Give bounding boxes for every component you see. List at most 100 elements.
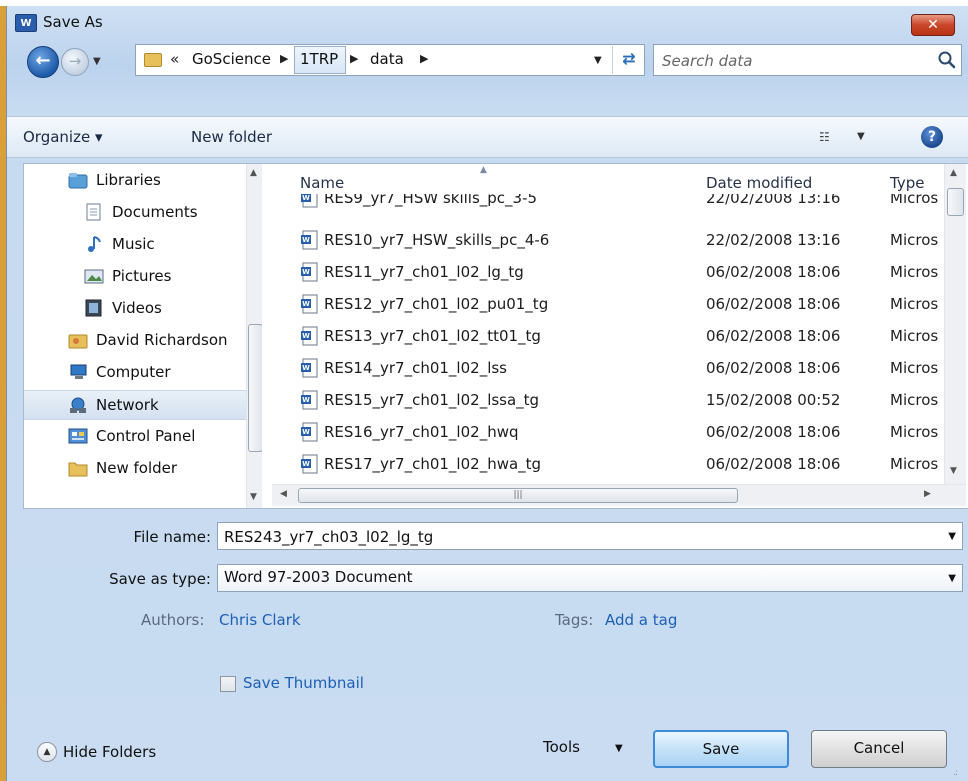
pictures-icon [84,269,104,284]
table-row[interactable]: W RES10_yr7_HSW_skills_pc_4-6 22/02/2008… [272,224,944,256]
breadcrumb-chevron-icon[interactable]: ▶ [350,52,358,65]
column-header-date-modified[interactable]: Date modified [706,174,812,192]
breadcrumb-chevron-icon[interactable]: ▶ [420,52,428,65]
word-document-icon: W [301,326,318,346]
file-name-label: File name: [133,528,211,546]
table-row[interactable]: W RES17_yr7_ch01_l02_hwa_tg 06/02/2008 1… [272,448,944,480]
nav-item-computer[interactable]: Computer [24,358,262,388]
cancel-button[interactable]: Cancel [811,730,947,768]
save-as-type-value: Word 97-2003 Document [224,568,413,586]
videos-icon [85,299,102,317]
scroll-down-icon[interactable]: ▼ [950,466,957,476]
svg-text:W: W [302,332,310,340]
nav-item-libraries[interactable]: Libraries [24,166,262,196]
window-title: Save As [43,13,103,31]
table-row[interactable]: W RES12_yr7_ch01_l02_pu01_tg 06/02/2008 … [272,288,944,320]
file-list-vertical-scrollbar[interactable]: ▲ ▼ [944,164,966,484]
table-row[interactable]: W RES15_yr7_ch01_l02_lssa_tg 15/02/2008 … [272,384,944,416]
nav-item-music[interactable]: Music [24,230,262,260]
column-header-name[interactable]: Name [300,174,344,192]
search-box[interactable] [653,44,962,76]
authors-value-link[interactable]: Chris Clark [219,611,301,629]
table-row[interactable]: W RES16_yr7_ch01_l02_hwq 06/02/2008 18:0… [272,416,944,448]
user-folder-icon [68,334,88,349]
breadcrumb-data[interactable]: data [370,50,404,68]
svg-text:W: W [302,194,310,202]
horizontal-scroll-thumb[interactable]: ||| [298,488,738,503]
collapse-up-icon[interactable]: ▲ [37,742,57,762]
save-as-dialog: W Save As ✕ ← → ▼ « GoScience ▶ 1TRP ▶ d… [6,6,968,781]
save-thumbnail-label[interactable]: Save Thumbnail [243,674,364,692]
table-row[interactable]: W RES13_yr7_ch01_l02_tt01_tg 06/02/2008 … [272,320,944,352]
svg-text:W: W [302,396,310,404]
breadcrumb-goscience[interactable]: GoScience [192,50,271,68]
history-dropdown-icon[interactable]: ▼ [93,56,101,67]
forward-button[interactable]: → [61,48,89,76]
libraries-icon [68,173,88,189]
file-name-field[interactable]: ▼ [217,522,963,550]
save-as-type-dropdown-icon[interactable]: ▼ [948,573,956,584]
file-list-horizontal-scrollbar[interactable]: ◀ ||| ▶ [272,484,966,506]
file-name-input[interactable] [222,525,926,549]
hide-folders-label[interactable]: Hide Folders [63,743,156,761]
address-dropdown-icon[interactable]: ▼ [594,55,602,66]
address-bar[interactable]: « GoScience ▶ 1TRP ▶ data ▶ ▼ ⇄ [135,44,645,76]
navigation-pane: Libraries Documents Music Pictures Video… [24,164,262,508]
view-dropdown-icon[interactable]: ▼ [857,131,865,142]
scroll-up-icon[interactable]: ▲ [950,168,957,178]
save-button[interactable]: Save [653,730,789,768]
table-row[interactable]: W RES14_yr7_ch01_l02_lss 06/02/2008 18:0… [272,352,944,384]
nav-item-control-panel[interactable]: Control Panel [24,422,262,452]
nav-item-pictures[interactable]: Pictures [24,262,262,292]
scroll-right-icon[interactable]: ▶ [924,489,931,499]
nav-item-network[interactable]: Network [24,390,262,420]
organize-button[interactable]: Organize ▾ [23,128,103,146]
word-document-icon: W [301,390,318,410]
nav-pane-scrollbar[interactable]: ▲ ▼ [246,164,262,508]
command-toolbar: Organize ▾ New folder ☷ ▼ ? [7,116,968,158]
word-document-icon: W [301,230,318,250]
resize-grip-icon[interactable]: .: [953,768,958,778]
word-document-icon: W [301,294,318,314]
refresh-icon[interactable]: ⇄ [612,46,645,74]
save-thumbnail-checkbox[interactable] [220,676,236,692]
nav-scroll-thumb[interactable] [248,324,262,452]
help-icon[interactable]: ? [921,126,943,148]
table-row[interactable]: W RES11_yr7_ch01_l02_lg_tg 06/02/2008 18… [272,256,944,288]
vertical-scroll-thumb[interactable] [947,188,964,216]
breadcrumb-overflow[interactable]: « [170,50,179,68]
word-document-icon: W [301,422,318,442]
nav-item-videos[interactable]: Videos [24,294,262,324]
close-button[interactable]: ✕ [911,14,955,36]
back-button[interactable]: ← [27,46,59,78]
svg-text:W: W [302,236,310,244]
new-folder-button[interactable]: New folder [191,128,272,146]
tools-menu-button[interactable]: Tools [543,738,580,756]
authors-label: Authors: [141,611,205,629]
scroll-down-icon[interactable]: ▼ [250,492,257,502]
svg-text:W: W [302,268,310,276]
svg-text:W: W [302,364,310,372]
view-options-icon[interactable]: ☷ [819,130,830,144]
search-input[interactable] [660,48,924,74]
nav-item-documents[interactable]: Documents [24,198,262,228]
column-header-type[interactable]: Type [890,174,924,192]
save-as-type-select[interactable]: Word 97-2003 Document ▼ [217,564,963,592]
search-icon[interactable] [936,49,958,71]
documents-icon [86,203,101,221]
table-row[interactable]: W RES9_yr7_HSW skills_pc_3-5 22/02/2008 … [272,194,944,214]
breadcrumb-chevron-icon[interactable]: ▶ [280,52,288,65]
file-name-dropdown-icon[interactable]: ▼ [948,531,956,542]
breadcrumb-1trp[interactable]: 1TRP [300,50,338,68]
scroll-left-icon[interactable]: ◀ [280,489,287,499]
svg-text:W: W [302,428,310,436]
folder-icon [68,462,88,477]
word-document-icon: W [301,358,318,378]
tools-dropdown-icon[interactable]: ▼ [615,743,623,754]
scroll-up-icon[interactable]: ▲ [250,168,257,178]
nav-item-user-folder[interactable]: David Richardson [24,326,262,356]
title-bar[interactable]: W Save As ✕ [7,6,968,36]
add-tag-link[interactable]: Add a tag [605,611,677,629]
nav-item-new-folder[interactable]: New folder [24,454,262,484]
computer-icon [70,364,87,379]
